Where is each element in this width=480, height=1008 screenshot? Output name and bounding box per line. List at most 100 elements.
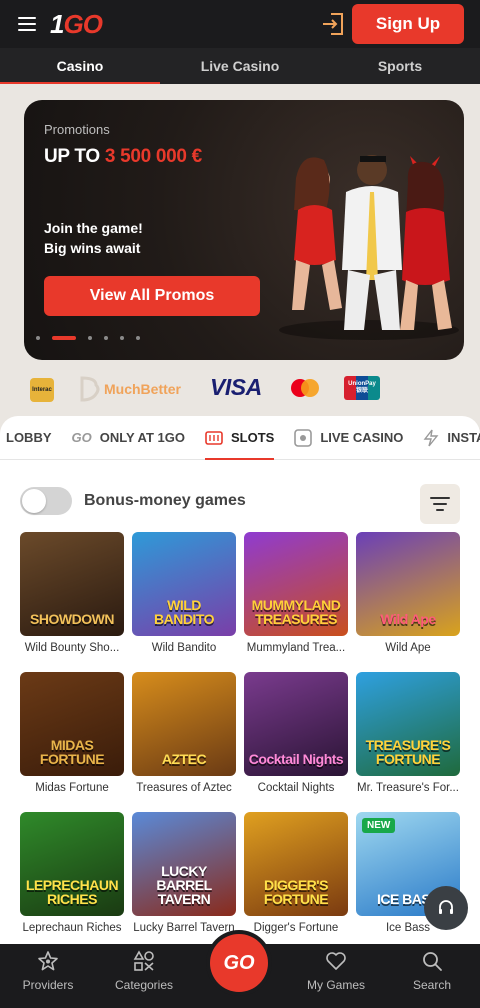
- carousel-dots[interactable]: [36, 336, 152, 340]
- interac-logo: Interac: [30, 378, 54, 402]
- carousel-dot[interactable]: [104, 336, 108, 340]
- heart-icon: [326, 952, 346, 970]
- game-name: Treasures of Aztec: [136, 782, 232, 794]
- promo-title: UP TO 3 500 000 €: [44, 146, 202, 167]
- categories-icon: [133, 950, 154, 971]
- nav-my-games[interactable]: My Games: [288, 944, 384, 1008]
- filter-icon: [430, 497, 450, 511]
- game-thumbnail[interactable]: Wild Ape: [356, 532, 460, 636]
- bonus-filter-row: Bonus-money games: [20, 484, 460, 524]
- game-thumbnail[interactable]: LUCKY BARREL TAVERN: [132, 812, 236, 916]
- game-card[interactable]: Cocktail Nights Cocktail Nights: [244, 672, 348, 794]
- game-thumbnail[interactable]: Cocktail Nights: [244, 672, 348, 776]
- support-chat-button[interactable]: [424, 886, 468, 930]
- game-thumbnail[interactable]: TREASURE'S FORTUNE: [356, 672, 460, 776]
- view-all-promos-button[interactable]: View All Promos: [44, 276, 260, 316]
- lightning-icon: [423, 429, 439, 446]
- category-lobby[interactable]: LOBBY: [0, 416, 62, 460]
- game-card[interactable]: Wild Ape Wild Ape: [356, 532, 460, 654]
- nav-providers[interactable]: Providers: [0, 944, 96, 1008]
- game-thumbnail-title: WILD BANDITO: [153, 597, 215, 627]
- game-thumbnail[interactable]: DIGGER'S FORTUNE: [244, 812, 348, 916]
- headset-icon: [439, 900, 453, 914]
- game-card[interactable]: DIGGER'S FORTUNE Digger's Fortune: [244, 812, 348, 934]
- games-panel: LOBBY GO ONLY AT 1GO SLOTS LIVE CASINO IN…: [0, 416, 480, 1008]
- game-card[interactable]: SHOWDOWN Wild Bounty Sho...: [20, 532, 124, 654]
- game-thumbnail-title: AZTEC: [161, 751, 207, 767]
- game-name: Leprechaun Riches: [22, 922, 122, 934]
- unionpay-logo: UnionPay 银联: [344, 376, 380, 400]
- game-thumbnail-title: MUMMYLAND TREASURES: [251, 597, 341, 627]
- live-icon: [294, 428, 313, 447]
- muchbetter-logo: MuchBetter: [78, 376, 181, 402]
- tab-live-casino[interactable]: Live Casino: [160, 48, 320, 84]
- login-icon[interactable]: [320, 11, 346, 37]
- game-name: Digger's Fortune: [253, 922, 339, 934]
- promo-label: Promotions: [44, 122, 110, 137]
- carousel-dot[interactable]: [88, 336, 92, 340]
- star-icon: [38, 951, 58, 971]
- game-thumbnail-title: DIGGER'S FORTUNE: [263, 877, 329, 907]
- visa-logo: VISA: [210, 374, 262, 400]
- game-name: Lucky Barrel Tavern: [133, 922, 235, 934]
- game-card[interactable]: AZTEC Treasures of Aztec: [132, 672, 236, 794]
- category-only-at-1go[interactable]: GO ONLY AT 1GO: [62, 416, 195, 460]
- game-name: Mr. Treasure's For...: [357, 782, 459, 794]
- category-instant[interactable]: INSTAN: [413, 416, 480, 460]
- game-card[interactable]: LEPRECHAUN RICHES Leprechaun Riches: [20, 812, 124, 934]
- payment-methods: Interac MuchBetter VISA UnionPay 银联: [0, 368, 480, 408]
- logo[interactable]: 1GO: [50, 9, 103, 40]
- signup-button[interactable]: Sign Up: [352, 4, 464, 44]
- game-thumbnail[interactable]: WILD BANDITO: [132, 532, 236, 636]
- game-thumbnail-title: Cocktail Nights: [248, 751, 344, 767]
- game-thumbnail-title: SHOWDOWN: [30, 611, 114, 627]
- game-thumbnail-title: TREASURE'S FORTUNE: [365, 737, 451, 767]
- promo-banner[interactable]: Promotions UP TO 3 500 000 € Join the ga…: [24, 100, 464, 360]
- game-card[interactable]: LUCKY BARREL TAVERN Lucky Barrel Tavern: [132, 812, 236, 934]
- nav-search[interactable]: Search: [384, 944, 480, 1008]
- game-name: Mummyland Trea...: [246, 642, 346, 654]
- filter-button[interactable]: [420, 484, 460, 524]
- category-live-casino[interactable]: LIVE CASINO: [284, 416, 413, 460]
- search-icon: [423, 952, 442, 971]
- game-name: Midas Fortune: [35, 782, 109, 794]
- carousel-dot[interactable]: [120, 336, 124, 340]
- game-name: Wild Bounty Sho...: [24, 642, 120, 654]
- mastercard-logo: [290, 378, 320, 398]
- game-card[interactable]: MUMMYLAND TREASURES Mummyland Trea...: [244, 532, 348, 654]
- game-name: Wild Ape: [385, 642, 431, 654]
- game-card[interactable]: MIDAS FORTUNE Midas Fortune: [20, 672, 124, 794]
- game-thumbnail[interactable]: SHOWDOWN: [20, 532, 124, 636]
- game-name: Cocktail Nights: [257, 782, 335, 794]
- tab-sports[interactable]: Sports: [320, 48, 480, 84]
- game-thumbnail-title: LEPRECHAUN RICHES: [25, 877, 119, 907]
- menu-icon[interactable]: [18, 17, 36, 31]
- new-badge: NEW: [362, 818, 396, 833]
- top-tabs: Casino Live Casino Sports: [0, 48, 480, 84]
- game-name: Wild Bandito: [151, 642, 217, 654]
- go-home-button[interactable]: GO: [210, 934, 268, 992]
- tab-casino[interactable]: Casino: [0, 48, 160, 84]
- carousel-dot[interactable]: [136, 336, 140, 340]
- game-thumbnail-title: MIDAS FORTUNE: [39, 737, 105, 767]
- game-thumbnail[interactable]: LEPRECHAUN RICHES: [20, 812, 124, 916]
- nav-categories[interactable]: Categories: [96, 944, 192, 1008]
- bonus-money-label: Bonus-money games: [84, 492, 246, 509]
- category-slots[interactable]: SLOTS: [195, 416, 284, 460]
- game-thumbnail[interactable]: MIDAS FORTUNE: [20, 672, 124, 776]
- category-tabs: LOBBY GO ONLY AT 1GO SLOTS LIVE CASINO IN…: [0, 416, 480, 460]
- game-card[interactable]: WILD BANDITO Wild Bandito: [132, 532, 236, 654]
- game-thumbnail-title: LUCKY BARREL TAVERN: [156, 863, 212, 907]
- game-thumbnail[interactable]: MUMMYLAND TREASURES: [244, 532, 348, 636]
- promo-characters-illustration: [279, 155, 459, 340]
- bonus-money-toggle[interactable]: [20, 487, 72, 515]
- carousel-dot[interactable]: [52, 336, 76, 340]
- go-icon: GO: [71, 430, 92, 445]
- game-card[interactable]: TREASURE'S FORTUNE Mr. Treasure's For...: [356, 672, 460, 794]
- promo-subtitle: Join the game! Big wins await: [44, 220, 143, 256]
- game-thumbnail-title: Wild Ape: [380, 611, 436, 627]
- app-header: 1GO Sign Up: [0, 0, 480, 48]
- game-thumbnail[interactable]: AZTEC: [132, 672, 236, 776]
- carousel-dot[interactable]: [36, 336, 40, 340]
- slots-icon: [205, 430, 223, 445]
